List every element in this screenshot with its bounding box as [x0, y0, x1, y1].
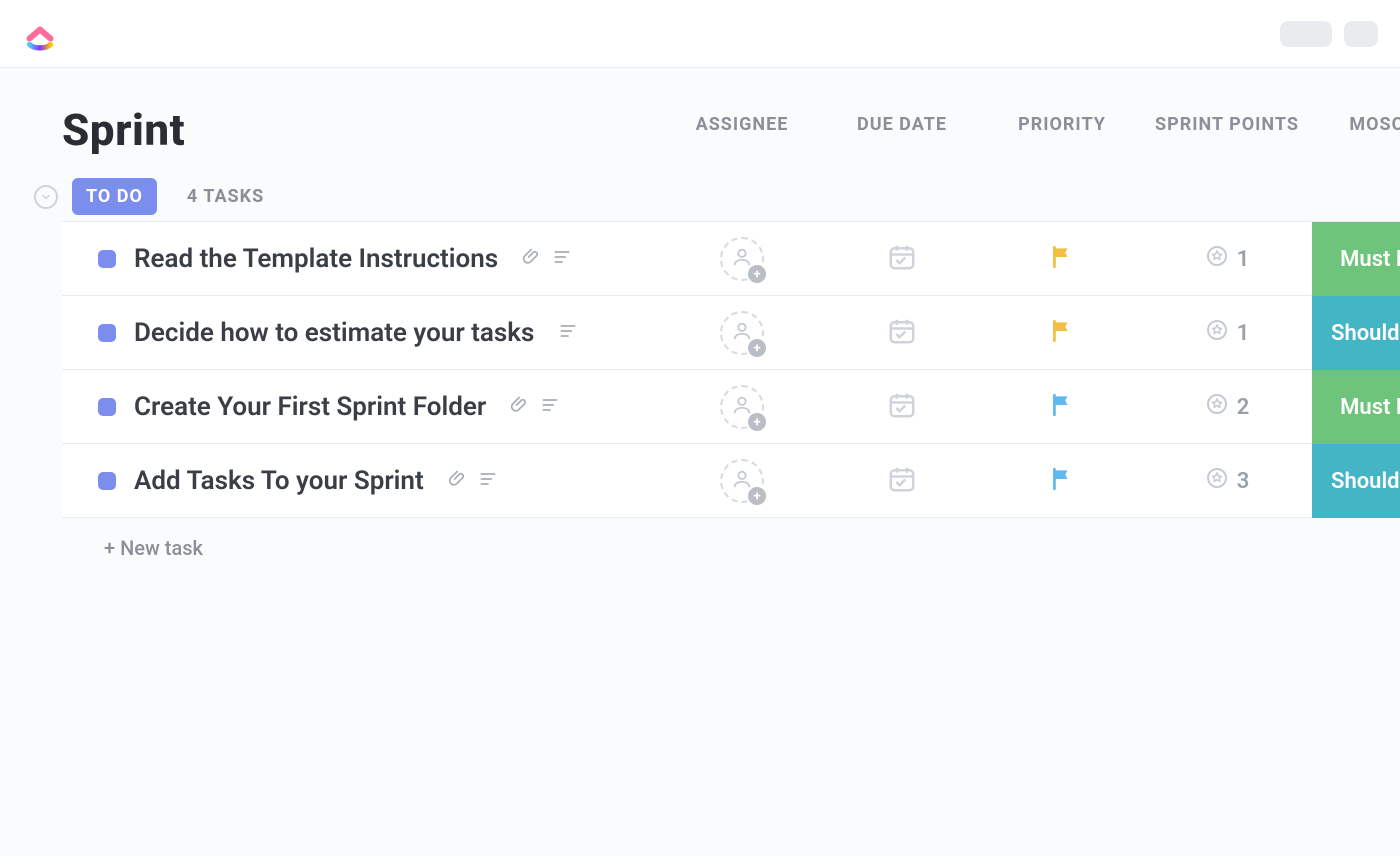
top-action-button-1[interactable]: [1280, 21, 1332, 47]
status-chip-todo[interactable]: TO DO: [72, 178, 157, 215]
new-task-label: + New task: [104, 536, 203, 560]
sprint-points-cell[interactable]: 3: [1142, 466, 1312, 496]
task-row[interactable]: Add Tasks To your Sprint + 3 S: [62, 444, 1400, 518]
flag-icon: [1049, 392, 1075, 422]
status-square-icon[interactable]: [98, 472, 116, 490]
moscow-cell[interactable]: Should Have: [1312, 296, 1400, 370]
due-date-cell[interactable]: [822, 390, 982, 424]
plus-icon: +: [748, 265, 766, 283]
collapse-toggle[interactable]: [34, 185, 58, 209]
app-root: Sprint . ASSIGNEE DUE DATE PRIORITY SPRI…: [0, 0, 1400, 856]
top-actions: [1280, 21, 1378, 47]
sprint-points-cell[interactable]: 1: [1142, 244, 1312, 274]
sprint-points-cell[interactable]: 2: [1142, 392, 1312, 422]
top-bar: [0, 0, 1400, 68]
task-count-label: 4 TASKS: [187, 186, 264, 207]
add-assignee-button[interactable]: +: [720, 385, 764, 429]
star-icon: [1205, 318, 1229, 348]
flag-icon: [1049, 318, 1075, 348]
task-row[interactable]: Read the Template Instructions + 1: [62, 222, 1400, 296]
attachment-icon[interactable]: [448, 469, 468, 493]
new-task-button[interactable]: + New task: [62, 518, 1400, 560]
priority-cell[interactable]: [982, 392, 1142, 422]
assignee-cell[interactable]: +: [662, 385, 822, 429]
due-date-cell[interactable]: [822, 242, 982, 276]
moscow-label: Should Have: [1331, 321, 1400, 346]
task-row[interactable]: Create Your First Sprint Folder + 2: [62, 370, 1400, 444]
calendar-icon: [887, 464, 917, 498]
flag-icon: [1049, 466, 1075, 496]
description-icon[interactable]: [558, 321, 578, 345]
description-icon[interactable]: [540, 395, 560, 419]
app-logo[interactable]: [22, 16, 58, 52]
column-header-priority[interactable]: PRIORITY: [982, 114, 1142, 135]
due-date-cell[interactable]: [822, 464, 982, 498]
calendar-icon: [887, 242, 917, 276]
star-icon: [1205, 466, 1229, 496]
moscow-cell[interactable]: Must Have: [1312, 370, 1400, 444]
task-inline-actions: [558, 321, 578, 345]
add-assignee-button[interactable]: +: [720, 459, 764, 503]
top-action-button-2[interactable]: [1344, 21, 1378, 47]
add-assignee-button[interactable]: +: [720, 237, 764, 281]
moscow-label: Must Have: [1340, 395, 1400, 420]
points-value: 3: [1237, 469, 1250, 494]
chevron-down-icon: [40, 191, 52, 203]
assignee-cell[interactable]: +: [662, 237, 822, 281]
assignee-cell[interactable]: +: [662, 459, 822, 503]
description-icon[interactable]: [478, 469, 498, 493]
column-header-sprint-points[interactable]: SPRINT POINTS: [1142, 114, 1312, 135]
priority-cell[interactable]: [982, 318, 1142, 348]
task-row[interactable]: Decide how to estimate your tasks + 1: [62, 296, 1400, 370]
task-inline-actions: [448, 469, 498, 493]
status-square-icon[interactable]: [98, 250, 116, 268]
calendar-icon: [887, 316, 917, 350]
attachment-icon[interactable]: [510, 395, 530, 419]
points-value: 1: [1237, 247, 1250, 272]
points-value: 2: [1237, 395, 1250, 420]
points-value: 1: [1237, 321, 1250, 346]
star-icon: [1205, 392, 1229, 422]
task-title-cell[interactable]: Read the Template Instructions: [62, 244, 662, 274]
moscow-cell[interactable]: Should Have: [1312, 444, 1400, 518]
task-title-cell[interactable]: Add Tasks To your Sprint: [62, 466, 662, 496]
clickup-logo-icon: [22, 16, 58, 52]
task-name[interactable]: Decide how to estimate your tasks: [134, 318, 534, 348]
task-name[interactable]: Read the Template Instructions: [134, 244, 498, 274]
status-group-header: TO DO 4 TASKS: [34, 178, 1400, 215]
sprint-points-cell[interactable]: 1: [1142, 318, 1312, 348]
assignee-cell[interactable]: +: [662, 311, 822, 355]
add-assignee-button[interactable]: +: [720, 311, 764, 355]
column-header-assignee[interactable]: ASSIGNEE: [662, 114, 822, 135]
status-square-icon[interactable]: [98, 398, 116, 416]
priority-cell[interactable]: [982, 244, 1142, 274]
flag-icon: [1049, 244, 1075, 274]
moscow-cell[interactable]: Must Have: [1312, 222, 1400, 296]
due-date-cell[interactable]: [822, 316, 982, 350]
task-title-cell[interactable]: Decide how to estimate your tasks: [62, 318, 662, 348]
moscow-label: Must Have: [1340, 247, 1400, 272]
task-name[interactable]: Create Your First Sprint Folder: [134, 392, 486, 422]
column-header-moscow[interactable]: MOSCOW: [1312, 114, 1400, 135]
moscow-label: Should Have: [1331, 469, 1400, 494]
priority-cell[interactable]: [982, 466, 1142, 496]
calendar-icon: [887, 390, 917, 424]
task-inline-actions: [510, 395, 560, 419]
column-header-due-date[interactable]: DUE DATE: [822, 114, 982, 135]
description-icon[interactable]: [552, 247, 572, 271]
task-title-cell[interactable]: Create Your First Sprint Folder: [62, 392, 662, 422]
plus-icon: +: [748, 339, 766, 357]
content-area: Sprint . ASSIGNEE DUE DATE PRIORITY SPRI…: [0, 68, 1400, 560]
star-icon: [1205, 244, 1229, 274]
plus-icon: +: [748, 487, 766, 505]
task-table: Read the Template Instructions + 1: [62, 221, 1400, 518]
plus-icon: +: [748, 413, 766, 431]
task-name[interactable]: Add Tasks To your Sprint: [134, 466, 424, 496]
attachment-icon[interactable]: [522, 247, 542, 271]
status-square-icon[interactable]: [98, 324, 116, 342]
task-inline-actions: [522, 247, 572, 271]
column-headers: . ASSIGNEE DUE DATE PRIORITY SPRINT POIN…: [62, 114, 1400, 141]
